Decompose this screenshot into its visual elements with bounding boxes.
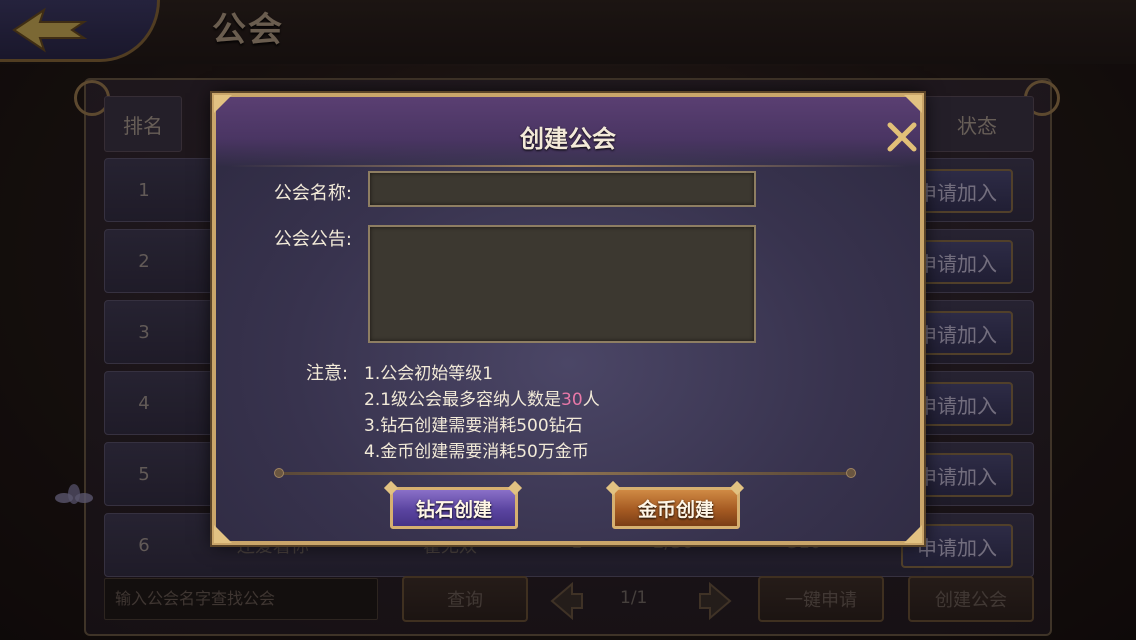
note-line-3: 3.钻石创建需要消耗500钻石 [364, 416, 583, 436]
corner-ornament-icon [214, 525, 232, 543]
diamond-create-button[interactable]: 钻石创建 [390, 487, 518, 529]
note-line-2-suffix: 人 [582, 390, 600, 410]
note-line-2: 2.1级公会最多容纳人数是30人 [364, 385, 600, 410]
note-line-2-text: 2.1级公会最多容纳人数是 [364, 390, 562, 410]
guild-name-input[interactable] [368, 171, 756, 207]
divider-end-ornament [846, 468, 856, 478]
divider-end-ornament [274, 468, 284, 478]
guild-notice-label: 公会公告: [273, 229, 352, 250]
create-guild-dialog: 创建公会 公会名称: 公会公告: 注意: 1.公会初始等级1 2.1级公会最多容… [212, 93, 924, 545]
max-members-value: 30 [561, 390, 583, 410]
note-line-4: 4.金币创建需要消耗50万金币 [364, 442, 589, 462]
corner-ornament-icon [214, 95, 232, 113]
dialog-title: 创建公会 [520, 125, 616, 153]
close-icon[interactable] [882, 117, 922, 157]
note-line-1: 1.公会初始等级1 [364, 364, 494, 384]
corner-ornament-icon [904, 95, 922, 113]
gold-create-button[interactable]: 金币创建 [612, 487, 740, 529]
guild-name-label: 公会名称: [273, 183, 352, 204]
corner-ornament-icon [904, 525, 922, 543]
note-label: 注意: [306, 363, 349, 384]
dialog-divider [278, 472, 854, 475]
header-divider [230, 165, 906, 167]
guild-notice-textarea[interactable] [368, 225, 756, 343]
